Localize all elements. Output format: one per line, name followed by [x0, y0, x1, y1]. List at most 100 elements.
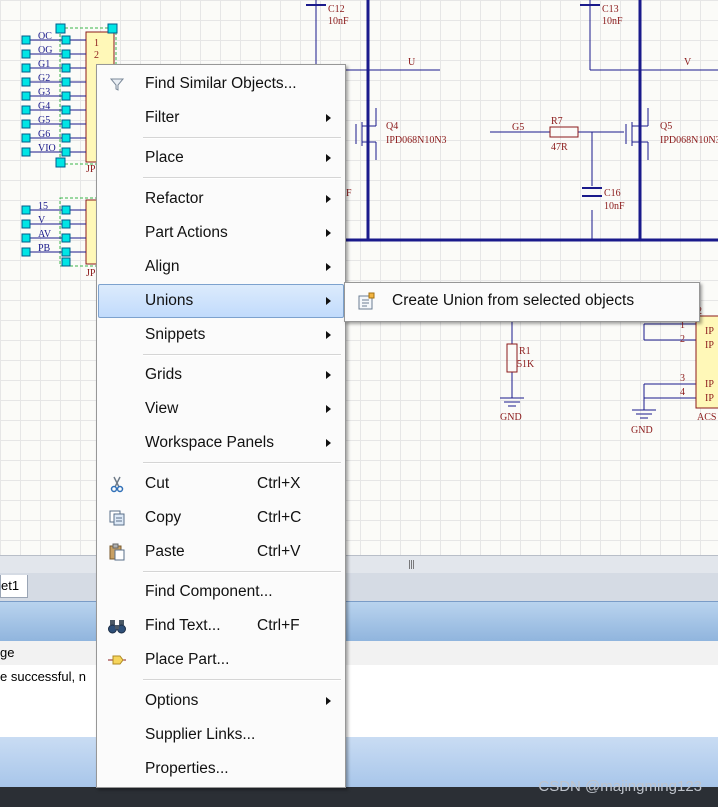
menu-item-label: Part Actions — [145, 224, 228, 241]
menu-item-supplier-links[interactable]: Supplier Links... — [99, 719, 343, 751]
svg-text:IP: IP — [705, 379, 714, 390]
menu-item-align[interactable]: Align — [99, 251, 343, 283]
menu-item-label: Place — [145, 149, 184, 166]
menu-item-label: Options — [145, 692, 199, 709]
menu-item-properties[interactable]: Properties... — [99, 753, 343, 785]
svg-text:G6: G6 — [38, 129, 50, 140]
copy-icon — [109, 510, 125, 526]
menu-item-label: Cut — [145, 475, 170, 492]
sheet-tab[interactable]: et1 — [0, 575, 29, 598]
svg-text:GND: GND — [500, 412, 522, 423]
svg-text:R1: R1 — [519, 346, 531, 357]
svg-text:G3: G3 — [38, 87, 50, 98]
menu-item-view[interactable]: View — [99, 393, 343, 425]
binoculars-icon — [108, 620, 126, 634]
svg-text:G2: G2 — [38, 73, 50, 84]
svg-text:C16: C16 — [604, 188, 621, 199]
unions-submenu: Create Union from selected objects — [344, 282, 700, 322]
svg-text:U: U — [408, 57, 416, 68]
svg-text:PB: PB — [38, 243, 51, 254]
menu-item-label: Place Part... — [145, 651, 230, 668]
resistor-r1[interactable] — [506, 343, 518, 373]
svg-text:ACS: ACS — [697, 412, 716, 423]
svg-text:2: 2 — [94, 50, 99, 61]
menu-item-unions[interactable]: Unions — [98, 284, 344, 318]
menu-item-filter[interactable]: Filter — [99, 102, 343, 134]
menu-item-shortcut: Ctrl+V — [257, 543, 301, 560]
mosfet-q4[interactable] — [355, 108, 377, 160]
svg-text:47R: 47R — [551, 142, 568, 153]
menu-item-snippets[interactable]: Snippets — [99, 319, 343, 351]
svg-text:JP: JP — [86, 268, 96, 279]
menu-item-create-union[interactable]: Create Union from selected objects — [348, 286, 696, 316]
svg-text:F: F — [346, 188, 352, 199]
svg-text:R7: R7 — [551, 116, 563, 127]
svg-text:4: 4 — [680, 387, 685, 398]
menu-item-place-part[interactable]: Place Part... — [99, 644, 343, 676]
submenu-arrow-icon — [326, 297, 331, 305]
svg-text:G5: G5 — [38, 115, 50, 126]
menu-item-label: View — [145, 400, 179, 417]
svg-text:15: 15 — [38, 201, 48, 212]
submenu-arrow-icon — [326, 697, 331, 705]
svg-text:C12: C12 — [328, 4, 345, 15]
svg-text:IP: IP — [705, 326, 714, 337]
menu-item-find-text[interactable]: Find Text... Ctrl+F — [99, 610, 343, 642]
svg-text:IP: IP — [705, 393, 714, 404]
scroll-grip[interactable]: ||| — [408, 560, 415, 570]
svg-text:IPD068N10N3: IPD068N10N3 — [386, 135, 447, 146]
resistor-r7[interactable] — [549, 126, 579, 138]
menu-item-paste[interactable]: Paste Ctrl+V — [99, 536, 343, 568]
place-part-icon — [108, 655, 126, 665]
svg-text:10nF: 10nF — [604, 201, 625, 212]
submenu-arrow-icon — [326, 195, 331, 203]
svg-text:51K: 51K — [517, 359, 535, 370]
paste-icon — [109, 543, 125, 561]
menu-item-label: Create Union from selected objects — [392, 292, 635, 309]
svg-text:G5: G5 — [512, 122, 524, 133]
submenu-arrow-icon — [326, 405, 331, 413]
svg-text:G4: G4 — [38, 101, 50, 112]
connector-jp2[interactable]: 15 V AV PB JP — [21, 197, 101, 279]
menu-item-grids[interactable]: Grids — [99, 359, 343, 391]
svg-text:C13: C13 — [602, 4, 619, 15]
menu-item-label: Align — [145, 258, 180, 275]
menu-separator — [143, 354, 341, 356]
menu-item-copy[interactable]: Copy Ctrl+C — [99, 502, 343, 534]
menu-item-refactor[interactable]: Refactor — [99, 183, 343, 215]
menu-item-shortcut: Ctrl+C — [257, 509, 302, 526]
menu-item-label: Filter — [145, 109, 180, 126]
menu-item-label: Grids — [145, 366, 183, 383]
menu-item-find-component[interactable]: Find Component... — [99, 576, 343, 608]
menu-item-options[interactable]: Options — [99, 685, 343, 717]
watermark: CSDN @majingming123 — [538, 778, 702, 795]
menu-separator — [143, 462, 341, 464]
svg-text:V: V — [684, 57, 692, 68]
menu-separator — [143, 679, 341, 681]
menu-item-label: Snippets — [145, 326, 206, 343]
svg-text:OC: OC — [38, 31, 52, 42]
menu-item-find-similar-objects[interactable]: Find Similar Objects... — [99, 68, 343, 100]
menu-item-cut[interactable]: Cut Ctrl+X — [99, 468, 343, 500]
svg-text:G1: G1 — [38, 59, 50, 70]
menu-item-workspace-panels[interactable]: Workspace Panels — [99, 427, 343, 459]
submenu-arrow-icon — [326, 439, 331, 447]
scissors-icon — [110, 476, 124, 493]
menu-item-label: Find Component... — [145, 583, 273, 600]
svg-text:GND: GND — [631, 425, 653, 436]
menu-item-label: Properties... — [145, 760, 229, 777]
menu-item-label: Find Similar Objects... — [145, 75, 297, 92]
submenu-arrow-icon — [326, 154, 331, 162]
svg-text:OG: OG — [38, 45, 52, 56]
svg-text:2: 2 — [680, 334, 685, 345]
menu-item-label: Refactor — [145, 190, 204, 207]
mosfet-q5[interactable] — [625, 108, 649, 160]
submenu-arrow-icon — [326, 371, 331, 379]
menu-item-part-actions[interactable]: Part Actions — [99, 217, 343, 249]
svg-text:10nF: 10nF — [602, 16, 623, 27]
power-bus — [344, 0, 718, 242]
union-icon — [358, 292, 375, 310]
menu-item-place[interactable]: Place — [99, 142, 343, 174]
menu-item-label: Supplier Links... — [145, 726, 256, 743]
svg-text:3: 3 — [680, 373, 685, 384]
